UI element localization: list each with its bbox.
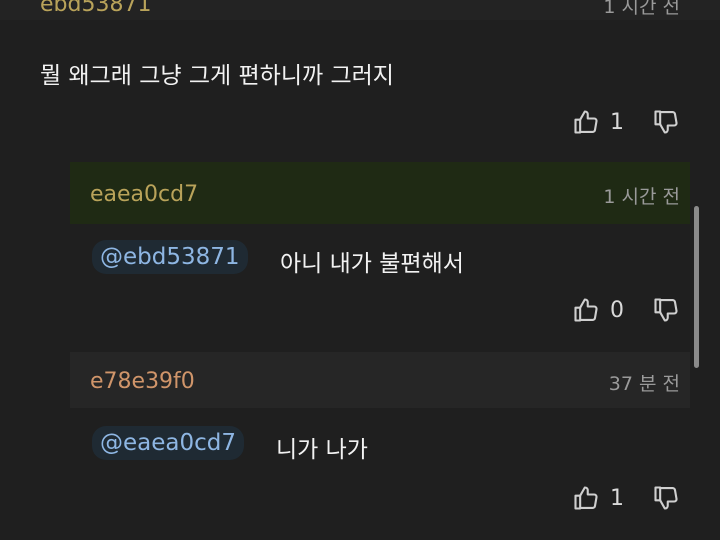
reply-2-like-count: 1 <box>610 485 624 511</box>
comment-1-time: 1 시간 전 <box>603 0 680 18</box>
thumbs-down-icon <box>654 486 678 510</box>
reply-1-dislike-button[interactable] <box>652 296 680 328</box>
comment-1-dislike-button[interactable] <box>652 108 680 140</box>
comment-1-text: 뭘 왜그래 그냥 그게 편하니까 그러지 <box>40 63 394 89</box>
reply-2-time: 37 분 전 <box>608 373 680 395</box>
thumbs-up-icon <box>574 486 598 510</box>
reply-2-like-button[interactable]: 1 <box>572 484 624 512</box>
reply-1-username[interactable]: eaea0cd7 <box>90 182 198 207</box>
reply-2-username[interactable]: e78e39f0 <box>90 369 195 394</box>
reply-1: eaea0cd7 1 시간 전 @ebd53871 아니 내가 불편해서 0 <box>70 162 690 352</box>
reply-1-like-count: 0 <box>610 297 624 323</box>
reply-2-text: 니가 나가 <box>276 437 368 463</box>
comment-1-like-button[interactable]: 1 <box>572 108 624 136</box>
thumbs-up-icon <box>574 110 598 134</box>
reply-2-dislike-button[interactable] <box>652 484 680 516</box>
reply-2: e78e39f0 37 분 전 @eaea0cd7 니가 나가 1 <box>70 352 690 540</box>
comment-1: ebd53871 1 시간 전 뭘 왜그래 그냥 그게 편하니까 그러지 1 <box>0 0 720 150</box>
reply-1-text: 아니 내가 불편해서 <box>280 251 464 277</box>
reply-2-mention[interactable]: @eaea0cd7 <box>92 426 245 460</box>
reply-1-time: 1 시간 전 <box>603 186 680 208</box>
scrollbar-thumb[interactable] <box>694 206 699 368</box>
thumbs-down-icon <box>654 298 678 322</box>
comment-1-like-count: 1 <box>610 109 624 135</box>
thumbs-down-icon <box>654 110 678 134</box>
reply-1-mention[interactable]: @ebd53871 <box>92 240 248 274</box>
comment-1-username[interactable]: ebd53871 <box>40 0 151 17</box>
reply-1-like-button[interactable]: 0 <box>572 296 624 324</box>
thumbs-up-icon <box>574 298 598 322</box>
